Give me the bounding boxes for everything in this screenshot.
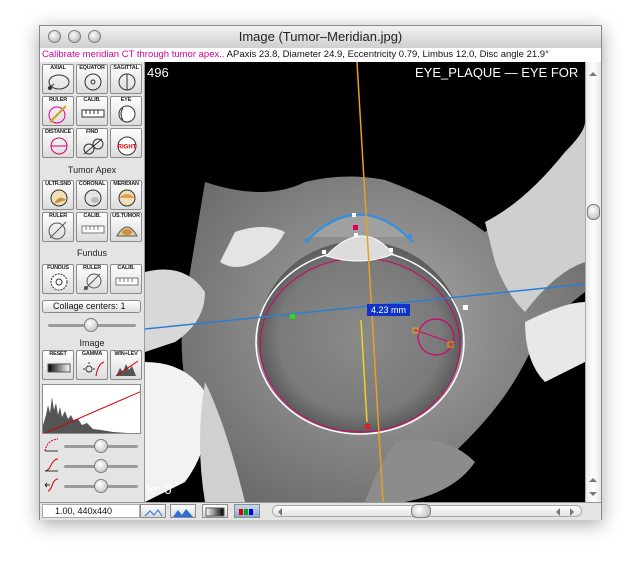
instruction-text: Calibrate meridian CT through tumor apex… (42, 49, 225, 60)
tool-equator-button[interactable]: EQUATOR (76, 64, 108, 94)
collage-centers-select[interactable]: Collage centers: 1 (42, 300, 141, 313)
tool-ultrasound-button[interactable]: ULTR.SND (42, 180, 74, 210)
reset-gradient-icon (47, 363, 71, 373)
horizontal-scrollbar[interactable] (272, 504, 582, 518)
svg-text:RIGHT: RIGHT (118, 145, 137, 151)
tool-win-lev-button[interactable]: WIN+LEV (110, 350, 142, 380)
section-tumor-apex: Tumor Apex (67, 165, 117, 175)
right-eye-icon: RIGHT (117, 136, 137, 156)
equator-icon (84, 73, 102, 91)
lut-mountains-button[interactable] (170, 504, 196, 518)
histogram[interactable] (42, 384, 141, 434)
measurement-label: 4.23 mm (367, 304, 411, 316)
lut-color-button[interactable] (234, 504, 260, 518)
ruler-icon (48, 105, 67, 124)
tool-ruler-button[interactable]: RULER (42, 96, 74, 126)
measurement-text: APaxis 23.8, Diameter 24.9, Eccentricity… (226, 49, 549, 60)
gamma-slider-knob[interactable] (94, 439, 108, 453)
scroll-up-arrow-icon[interactable] (588, 66, 598, 76)
image-window: Image (Tumor–Meridian.jpg) Calibrate mer… (39, 25, 602, 520)
calib-ruler-icon (81, 225, 105, 234)
window-title: Image (Tumor–Meridian.jpg) (238, 29, 403, 44)
curve-scurve-icon (44, 458, 59, 472)
ruler-fundus-icon (83, 273, 102, 291)
ultrasound-icon (50, 189, 68, 207)
curve-shift-icon (44, 478, 59, 492)
tool-ruler-tumor-button[interactable]: RULER (42, 212, 74, 242)
calib-ruler-icon (81, 109, 105, 118)
scroll-down-arrow-icon[interactable] (588, 486, 598, 496)
tool-gamma-button[interactable]: GAMMA (76, 350, 108, 380)
scroll-left-arrow-icon[interactable] (275, 507, 285, 517)
grayscale-gradient-icon (205, 507, 225, 517)
color-channels-icon (239, 509, 253, 515)
tool-fundus-button[interactable]: FUNDUS (42, 264, 74, 294)
tool-axial-button[interactable]: AXIAL (42, 64, 74, 94)
tool-distance-button[interactable]: DISTANCE (42, 128, 74, 158)
lut-grayscale-button[interactable] (202, 504, 228, 518)
info-bar: Calibrate meridian CT through tumor apex… (40, 48, 601, 62)
shift-slider-knob[interactable] (94, 479, 108, 493)
slice-number: 496 (147, 65, 169, 80)
calib-ruler-icon (115, 277, 139, 286)
contrast-slider-knob[interactable] (94, 459, 108, 473)
curve-gamma-icon (44, 438, 59, 452)
title-bar[interactable]: Image (Tumor–Meridian.jpg) (40, 26, 601, 49)
image-viewer[interactable]: 496 EYE_PLAQUE — EYE FOR 4.23 mm le: 0 (145, 62, 585, 502)
ruler-circle-icon (48, 221, 67, 240)
collage-slider-knob[interactable] (84, 318, 98, 332)
tool-right-eye-button[interactable]: RIGHT (110, 128, 142, 158)
tool-reset-button[interactable]: RESET (42, 350, 74, 380)
ct-scan-image[interactable] (145, 62, 585, 502)
apex-marker[interactable] (353, 225, 358, 230)
find-icon (83, 138, 104, 155)
us-tumor-icon (116, 226, 138, 237)
vertical-scroll-thumb[interactable] (587, 204, 600, 220)
tool-calib-tumor-button[interactable]: CALIB. (76, 212, 108, 242)
histogram-graph (43, 391, 140, 433)
vertical-scrollbar[interactable] (585, 62, 601, 502)
tool-us-tumor-button[interactable]: US.TUMOR (110, 212, 142, 242)
tool-eye-button[interactable]: EYE (110, 96, 142, 126)
scroll-left-arrow-icon[interactable] (553, 507, 563, 517)
sagittal-icon (118, 73, 136, 91)
mountains-icon (173, 509, 193, 517)
tool-ruler-fundus-button[interactable]: RULER (76, 264, 108, 294)
tool-calib-fundus-button[interactable]: CALIB. (110, 264, 142, 294)
overlay-title: EYE_PLAQUE — EYE FOR (415, 65, 579, 80)
tool-coronal-button[interactable]: CORONAL (76, 180, 108, 210)
zoom-dimensions-readout: 1.00, 440x440 (42, 504, 140, 518)
lut-peaks-button[interactable] (140, 504, 166, 518)
horizontal-scroll-thumb[interactable] (411, 504, 431, 518)
scroll-right-arrow-icon[interactable] (567, 507, 577, 517)
bottom-bar: 1.00, 440x440 (40, 502, 601, 520)
scale-text: le: 0 (147, 482, 172, 497)
tool-find-button[interactable]: FIND (76, 128, 108, 158)
section-image: Image (79, 338, 105, 348)
gamma-sun-icon (83, 361, 105, 377)
tool-palette: AXIAL EQUATOR SAGITTAL RULER CALIB. EYE … (40, 62, 145, 502)
scroll-up-arrow-icon[interactable] (588, 472, 598, 482)
axial-icon (47, 74, 70, 90)
fundus-icon (50, 273, 68, 291)
window-level-icon (115, 360, 139, 377)
peaks-small-icon (144, 509, 163, 517)
distance-icon (50, 137, 68, 155)
tool-sagittal-button[interactable]: SAGITTAL (110, 64, 142, 94)
section-fundus: Fundus (76, 248, 108, 258)
tool-meridian-button[interactable]: MERIDIAN (110, 180, 142, 210)
tool-calib-button[interactable]: CALIB. (76, 96, 108, 126)
meridian-icon (118, 189, 136, 207)
equator-marker[interactable] (290, 314, 295, 319)
coronal-icon (84, 189, 102, 207)
eye-icon (118, 105, 136, 123)
